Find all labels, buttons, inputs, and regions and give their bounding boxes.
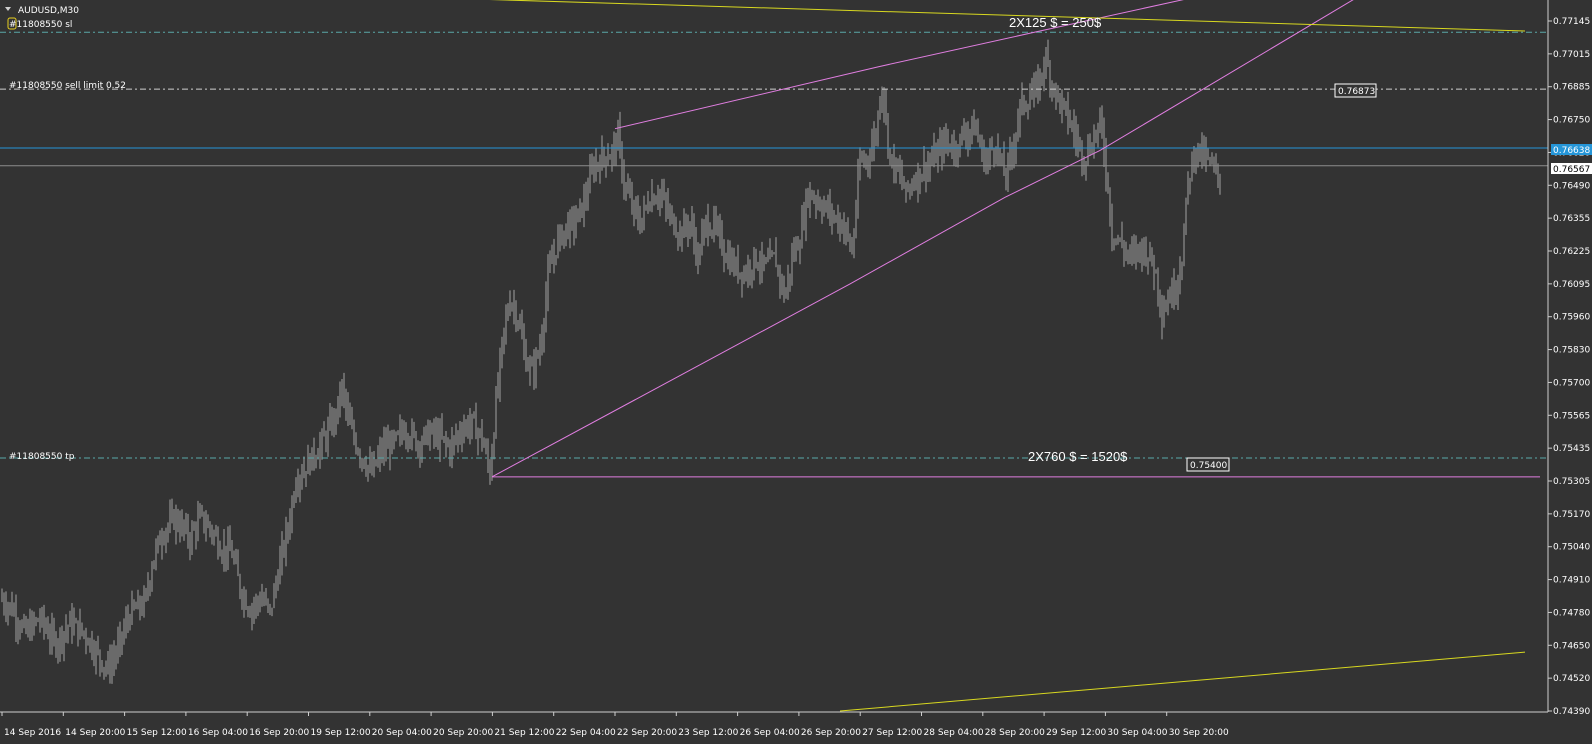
annotation-top: 2X125 $ = 250$	[1009, 15, 1102, 30]
axis-layer: 0.771450.770150.768850.767500.766200.764…	[0, 0, 1590, 738]
y-tick-label: 0.75960	[1553, 313, 1590, 323]
trendline-bottom	[839, 651, 1526, 712]
y-tick-label: 0.76750	[1553, 116, 1590, 126]
y-tick-label: 0.74910	[1553, 576, 1590, 586]
y-tick-label: 0.75565	[1553, 411, 1590, 421]
x-tick-label: 27 Sep 12:00	[862, 728, 922, 738]
y-tick-label: 0.77145	[1553, 17, 1590, 27]
x-tick-label: 29 Sep 12:00	[1046, 728, 1106, 738]
x-tick-label: 28 Sep 20:00	[985, 728, 1045, 738]
x-tick-label: 22 Sep 20:00	[617, 728, 677, 738]
trendline-top	[489, 0, 1526, 32]
x-tick-label: 21 Sep 12:00	[494, 728, 554, 738]
y-tick-label: 0.75170	[1553, 510, 1590, 520]
chart-window[interactable]: 0.771450.770150.768850.767500.766200.764…	[0, 0, 1592, 744]
lines-layer	[0, 0, 1548, 712]
y-tick-label: 0.74390	[1553, 707, 1590, 717]
x-tick-label: 20 Sep 04:00	[372, 728, 432, 738]
sell-limit-price-box-text: 0.76873	[1338, 87, 1375, 97]
y-tick-label: 0.74780	[1553, 608, 1590, 618]
x-tick-label: 26 Sep 04:00	[740, 728, 800, 738]
y-tick-label: 0.76095	[1553, 280, 1590, 290]
y-tick-label: 0.76355	[1553, 214, 1590, 224]
y-tick-label: 0.76225	[1553, 247, 1590, 257]
order-label-sell-limit: #11808550 sell limit 0.52	[9, 81, 126, 91]
y-tick-label: 0.75040	[1553, 543, 1590, 553]
annotation-bottom: 2X760 $ = 1520$	[1028, 449, 1128, 464]
ask-price-tag-text: 0.76567	[1553, 165, 1590, 175]
x-tick-label: 30 Sep 04:00	[1107, 728, 1167, 738]
channel-lower-line	[491, 0, 1354, 478]
y-tick-label: 0.75700	[1553, 378, 1590, 388]
x-tick-label: 15 Sep 12:00	[127, 728, 187, 738]
x-tick-label: 28 Sep 04:00	[924, 728, 984, 738]
window-menu-icon[interactable]	[5, 7, 11, 11]
order-label-tp: #11808550 tp	[9, 452, 75, 462]
y-tick-label: 0.74650	[1553, 641, 1590, 651]
y-tick-label: 0.76490	[1553, 181, 1590, 191]
x-tick-label: 22 Sep 04:00	[556, 728, 616, 738]
y-tick-label: 0.75435	[1553, 444, 1590, 454]
x-tick-label: 20 Sep 20:00	[433, 728, 493, 738]
order-label-sl: #11808550 sl	[9, 20, 72, 30]
x-tick-label: 26 Sep 20:00	[801, 728, 861, 738]
x-tick-label: 16 Sep 20:00	[249, 728, 309, 738]
bid-price-tag-text: 0.76638	[1553, 146, 1590, 156]
y-tick-label: 0.75830	[1553, 346, 1590, 356]
x-tick-label: 14 Sep 2016	[4, 728, 61, 738]
y-tick-label: 0.76885	[1553, 83, 1590, 93]
y-tick-label: 0.75305	[1553, 477, 1590, 487]
x-tick-label: 30 Sep 20:00	[1169, 728, 1229, 738]
chart-title: AUDUSD,M30	[18, 6, 79, 16]
y-tick-label: 0.74520	[1553, 674, 1590, 684]
x-tick-label: 19 Sep 12:00	[311, 728, 371, 738]
price-chart[interactable]: 0.771450.770150.768850.767500.766200.764…	[0, 0, 1592, 744]
y-tick-label: 0.77015	[1553, 50, 1590, 60]
tp-price-box-text: 0.75400	[1190, 461, 1227, 471]
candles-layer	[1, 39, 1221, 684]
x-tick-label: 14 Sep 20:00	[65, 728, 125, 738]
x-tick-label: 23 Sep 12:00	[678, 728, 738, 738]
x-tick-label: 16 Sep 04:00	[188, 728, 248, 738]
